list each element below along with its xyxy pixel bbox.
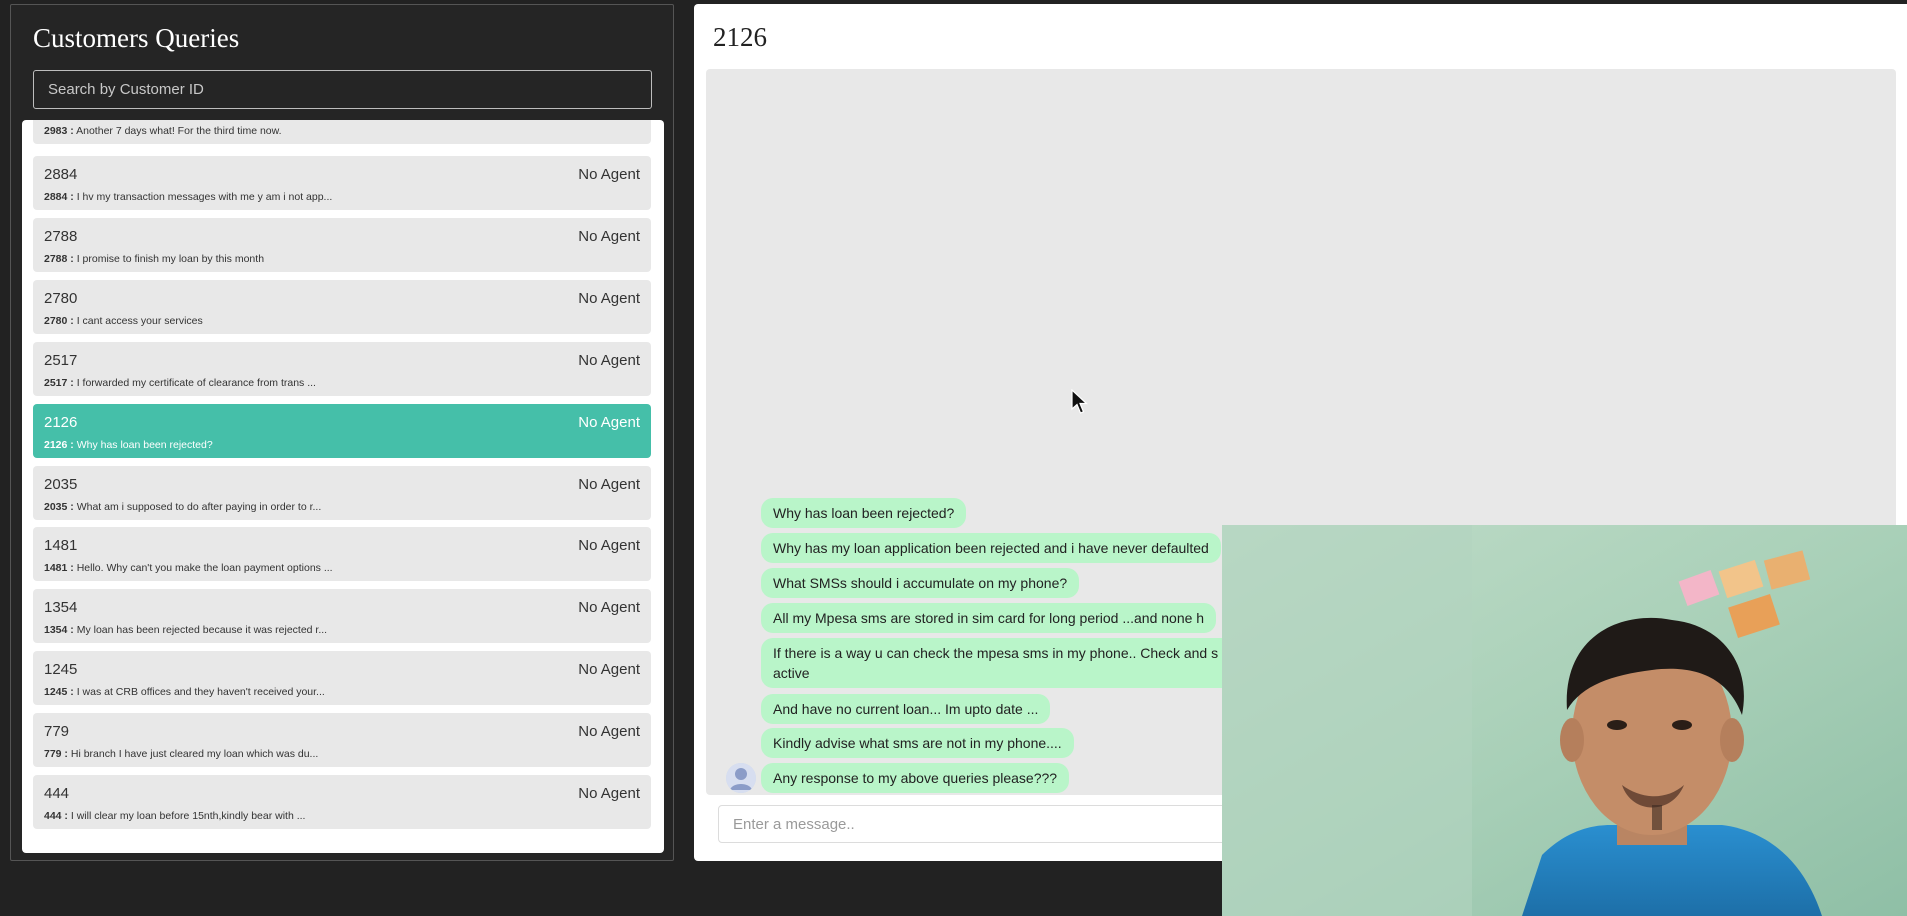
list-item[interactable]: 2983 : Another 7 days what! For the thir… xyxy=(33,120,651,144)
item-preview-id: 2126 : xyxy=(44,439,74,451)
item-preview: 779 : Hi branch I have just cleared my l… xyxy=(44,748,318,760)
item-preview-text: I forwarded my certificate of clearance … xyxy=(76,377,316,389)
message-bubble: If there is a way u can check the mpesa … xyxy=(761,638,1281,688)
list-item[interactable]: 1245 No Agent 1245 : I was at CRB office… xyxy=(33,651,651,705)
item-preview-id: 1245 : xyxy=(44,686,74,698)
customer-query-list: 2983 : Another 7 days what! For the thir… xyxy=(22,120,664,853)
item-preview-text: My loan has been rejected because it was… xyxy=(76,624,328,636)
item-customer-id: 2035 xyxy=(44,476,78,493)
mouse-cursor-icon xyxy=(1071,388,1089,420)
item-agent-status: No Agent xyxy=(578,476,640,493)
sidebar-title: Customers Queries xyxy=(33,23,240,53)
item-preview-text: I hv my transaction messages with me y a… xyxy=(76,191,333,203)
item-preview-id: 1354 : xyxy=(44,624,74,636)
item-preview: 2780 : I cant access your services xyxy=(44,315,203,327)
item-agent-status: No Agent xyxy=(578,352,640,369)
item-preview-id: 2788 : xyxy=(44,253,74,265)
list-item[interactable]: 2035 No Agent 2035 : What am i supposed … xyxy=(33,466,651,520)
item-agent-status: No Agent xyxy=(578,414,640,431)
item-preview: 2035 : What am i supposed to do after pa… xyxy=(44,501,321,513)
message-bubble: Why has my loan application been rejecte… xyxy=(761,533,1221,563)
item-preview-text: Hello. Why can't you make the loan payme… xyxy=(76,562,333,574)
item-customer-id: 1245 xyxy=(44,661,78,678)
item-preview: 1245 : I was at CRB offices and they hav… xyxy=(44,686,325,698)
chat-title: 2126 xyxy=(713,22,767,52)
item-preview-text: What am i supposed to do after paying in… xyxy=(76,501,322,513)
item-preview: 1354 : My loan has been rejected because… xyxy=(44,624,327,636)
item-customer-id: 1354 xyxy=(44,599,78,616)
item-preview-id: 2780 : xyxy=(44,315,74,327)
item-customer-id: 2126 xyxy=(44,414,78,431)
item-preview-text: I cant access your services xyxy=(76,315,203,327)
user-avatar xyxy=(726,763,756,793)
list-item[interactable]: 1354 No Agent 1354 : My loan has been re… xyxy=(33,589,651,643)
item-preview-id: 444 : xyxy=(44,810,68,822)
item-agent-status: No Agent xyxy=(578,785,640,802)
item-preview: 2126 : Why has loan been rejected? xyxy=(44,439,213,451)
item-agent-status: No Agent xyxy=(578,723,640,740)
customers-queries-sidebar: Customers Queries 2983 : Another 7 days … xyxy=(10,4,674,861)
message-bubble: Kindly advise what sms are not in my pho… xyxy=(761,728,1074,758)
item-customer-id: 2517 xyxy=(44,352,78,369)
item-agent-status: No Agent xyxy=(578,166,640,183)
item-agent-status: No Agent xyxy=(578,228,640,245)
item-preview-text: I was at CRB offices and they haven't re… xyxy=(76,686,325,698)
item-preview-id: 2035 : xyxy=(44,501,74,513)
item-preview-text: Hi branch I have just cleared my loan wh… xyxy=(70,748,319,760)
item-customer-id: 2780 xyxy=(44,290,78,307)
message-bubble: Why has loan been rejected? xyxy=(761,498,967,528)
list-item[interactable]: 779 No Agent 779 : Hi branch I have just… xyxy=(33,713,651,767)
list-item[interactable]: 2780 No Agent 2780 : I cant access your … xyxy=(33,280,651,334)
item-customer-id: 1481 xyxy=(44,537,78,554)
item-preview-text: I promise to finish my loan by this mont… xyxy=(76,253,265,265)
item-agent-status: No Agent xyxy=(578,537,640,554)
item-customer-id: 779 xyxy=(44,723,70,740)
list-item[interactable]: 2788 No Agent 2788 : I promise to finish… xyxy=(33,218,651,272)
item-preview: 444 : I will clear my loan before 15nth,… xyxy=(44,810,305,822)
message-bubble: Any response to my above queries please?… xyxy=(761,763,1070,793)
item-preview-id: 1481 : xyxy=(44,562,74,574)
item-preview-text: Another 7 days what! For the third time … xyxy=(76,125,282,137)
item-agent-status: No Agent xyxy=(578,599,640,616)
message-bubble: What SMSs should i accumulate on my phon… xyxy=(761,568,1080,598)
list-item[interactable]: 1481 No Agent 1481 : Hello. Why can't yo… xyxy=(33,527,651,581)
item-preview-id: 779 : xyxy=(44,748,68,760)
item-agent-status: No Agent xyxy=(578,661,640,678)
list-item[interactable]: 444 No Agent 444 : I will clear my loan … xyxy=(33,775,651,829)
item-preview: 1481 : Hello. Why can't you make the loa… xyxy=(44,562,333,574)
list-item[interactable]: 2517 No Agent 2517 : I forwarded my cert… xyxy=(33,342,651,396)
item-preview-id: 2517 : xyxy=(44,377,74,389)
item-customer-id: 2788 xyxy=(44,228,78,245)
item-preview: 2983 : Another 7 days what! For the thir… xyxy=(44,125,282,137)
message-bubble: And have no current loan... Im upto date… xyxy=(761,694,1051,724)
item-preview-id: 2884 : xyxy=(44,191,74,203)
list-item-selected[interactable]: 2126 No Agent 2126 : Why has loan been r… xyxy=(33,404,651,458)
item-customer-id: 444 xyxy=(44,785,70,802)
item-preview: 2517 : I forwarded my certificate of cle… xyxy=(44,377,316,389)
message-bubble: All my Mpesa sms are stored in sim card … xyxy=(761,603,1217,633)
item-preview-text: Why has loan been rejected? xyxy=(76,439,213,451)
item-preview-id: 2983 : xyxy=(44,125,74,137)
webcam-video-overlay xyxy=(1222,525,1907,916)
item-preview: 2884 : I hv my transaction messages with… xyxy=(44,191,332,203)
item-preview: 2788 : I promise to finish my loan by th… xyxy=(44,253,264,265)
item-customer-id: 2884 xyxy=(44,166,78,183)
search-input[interactable] xyxy=(33,70,652,109)
list-item[interactable]: 2884 No Agent 2884 : I hv my transaction… xyxy=(33,156,651,210)
item-preview-text: I will clear my loan before 15nth,kindly… xyxy=(70,810,306,822)
item-agent-status: No Agent xyxy=(578,290,640,307)
